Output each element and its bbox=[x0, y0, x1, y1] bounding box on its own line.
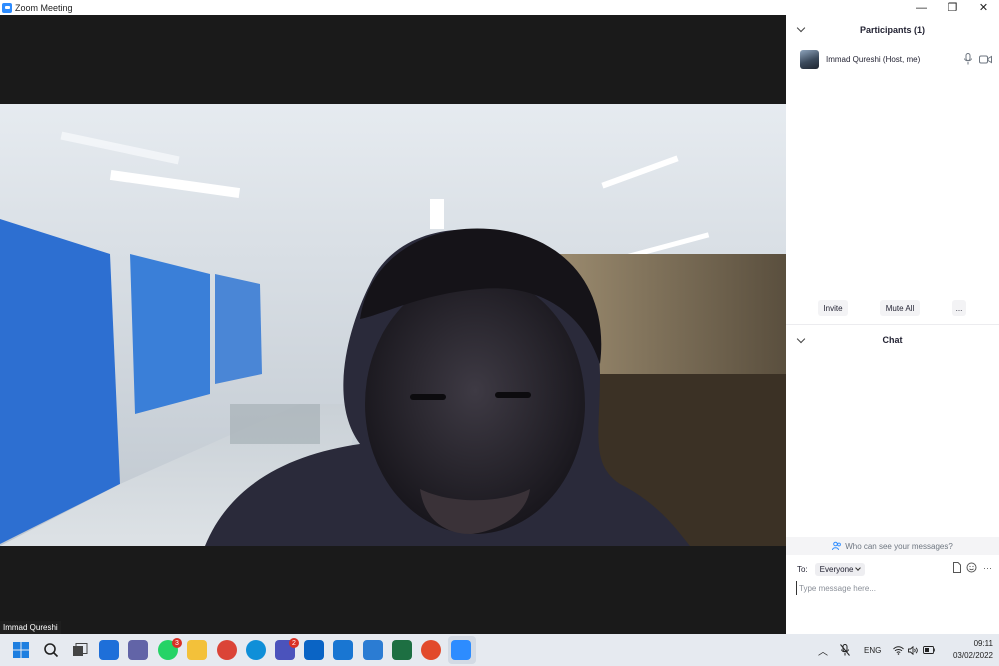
close-button[interactable]: ✕ bbox=[968, 0, 999, 15]
participants-header: Participants (1) bbox=[786, 15, 999, 45]
mute-all-button[interactable]: Mute All bbox=[880, 300, 920, 316]
chat-tools: ··· bbox=[952, 562, 992, 573]
mail-icon[interactable] bbox=[333, 640, 353, 660]
window-title: Zoom Meeting bbox=[15, 2, 73, 13]
task-view-icon[interactable] bbox=[70, 640, 90, 660]
more-icon[interactable]: ··· bbox=[983, 563, 992, 573]
collapse-participants-chevron-icon[interactable] bbox=[796, 23, 806, 33]
whatsapp-notification-badge: 3 bbox=[172, 638, 182, 648]
chrome-icon[interactable] bbox=[217, 640, 237, 660]
zoom-icon[interactable] bbox=[451, 640, 471, 660]
participants-actions: Invite Mute All ... bbox=[786, 300, 999, 316]
window-controls: — ❐ ✕ bbox=[906, 0, 999, 15]
side-panel: Participants (1) Immad Qureshi (Host, me… bbox=[786, 15, 999, 634]
clock-date: 03/02/2022 bbox=[952, 651, 993, 660]
chevron-down-icon bbox=[855, 565, 862, 571]
collapse-chat-chevron-icon[interactable] bbox=[796, 334, 806, 344]
who-can-see-text: Who can see your messages? bbox=[845, 541, 953, 551]
video-image bbox=[0, 104, 786, 546]
zoom-app: Zoom Meeting — ❐ ✕ Immad Qureshi Partici… bbox=[0, 0, 999, 666]
start-icon[interactable] bbox=[11, 640, 31, 660]
video-area: Immad Qureshi bbox=[0, 15, 786, 634]
avatar bbox=[800, 49, 819, 69]
message-input[interactable] bbox=[796, 581, 992, 595]
recipient-value: Everyone bbox=[819, 564, 854, 574]
invite-button[interactable]: Invite bbox=[818, 300, 848, 316]
participants-title: Participants (1) bbox=[859, 25, 926, 35]
minimize-button[interactable]: — bbox=[906, 0, 937, 15]
who-can-see-link[interactable]: Who can see your messages? bbox=[786, 537, 999, 555]
muted-mic-icon[interactable] bbox=[840, 644, 850, 656]
zoom-logo-icon bbox=[2, 2, 12, 13]
participant-name-tag: Immad Qureshi bbox=[0, 621, 61, 634]
chat-title: Chat bbox=[882, 335, 903, 345]
chevron-up-icon[interactable]: ︿ bbox=[818, 643, 828, 658]
recipient-dropdown[interactable]: Everyone bbox=[814, 562, 866, 576]
teams-chat-icon[interactable] bbox=[128, 640, 148, 660]
emoji-icon[interactable] bbox=[966, 562, 977, 573]
edge-icon[interactable] bbox=[246, 640, 266, 660]
clock-time: 09:11 bbox=[973, 639, 993, 648]
microphone-icon[interactable] bbox=[961, 52, 975, 66]
language-indicator[interactable]: ENG bbox=[864, 646, 881, 655]
restore-button[interactable]: ❐ bbox=[937, 0, 968, 15]
more-button[interactable]: ... bbox=[952, 300, 966, 316]
to-label: To: bbox=[797, 564, 808, 574]
battery-icon[interactable] bbox=[923, 646, 936, 654]
teams-notification-badge: 2 bbox=[289, 638, 299, 648]
store-icon[interactable] bbox=[363, 640, 383, 660]
file-explorer-icon[interactable] bbox=[187, 640, 207, 660]
outlook-icon[interactable] bbox=[304, 640, 324, 660]
volume-icon[interactable] bbox=[908, 645, 919, 655]
participant-name: Immad Qureshi (Host, me) bbox=[826, 54, 921, 64]
widgets-icon[interactable] bbox=[99, 640, 119, 660]
panel-divider bbox=[786, 324, 999, 325]
system-tray: ︿ ENG bbox=[818, 634, 936, 666]
wifi-icon[interactable] bbox=[893, 645, 905, 655]
video-camera-icon[interactable] bbox=[978, 52, 992, 66]
title-bar: Zoom Meeting — ❐ ✕ bbox=[0, 0, 999, 15]
chat-recipient-row: To: Everyone ··· bbox=[797, 562, 992, 576]
file-icon[interactable] bbox=[952, 562, 962, 573]
people-icon bbox=[832, 541, 842, 551]
participant-video bbox=[0, 104, 786, 546]
participant-row[interactable]: Immad Qureshi (Host, me) bbox=[800, 49, 992, 69]
clock[interactable]: 09:11 03/02/2022 bbox=[953, 638, 993, 662]
excel-icon[interactable] bbox=[392, 640, 412, 660]
chat-header: Chat bbox=[786, 330, 999, 350]
search-icon[interactable] bbox=[41, 640, 61, 660]
app-red-icon[interactable] bbox=[421, 640, 441, 660]
